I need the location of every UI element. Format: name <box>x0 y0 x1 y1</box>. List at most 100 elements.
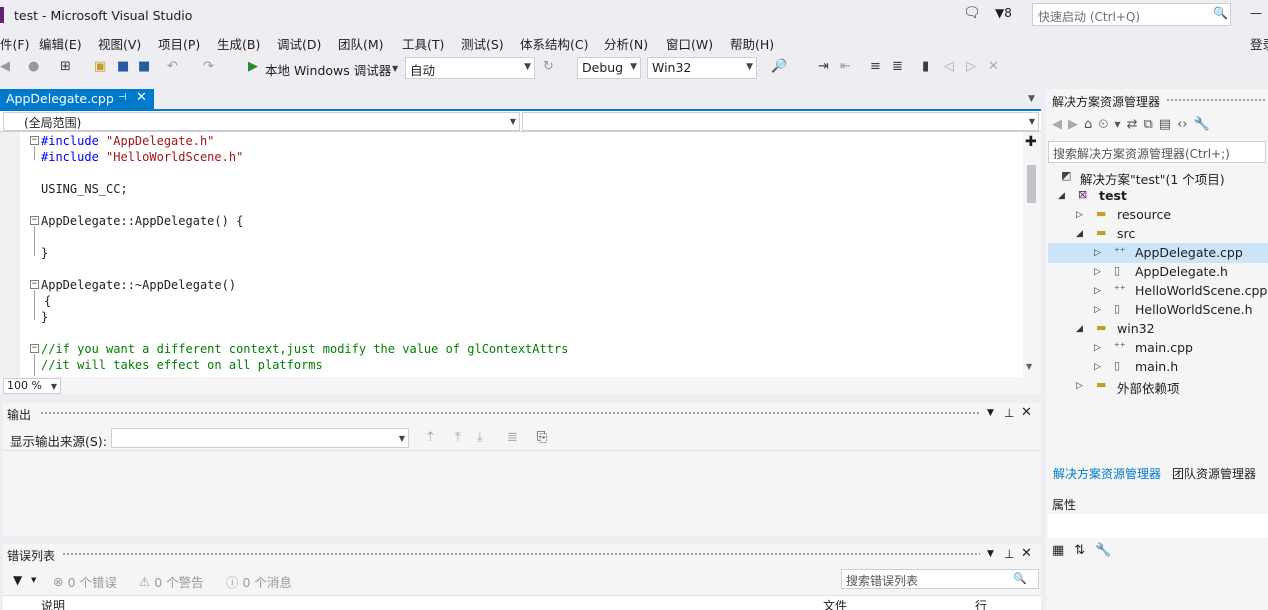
pin-icon[interactable]: ⊣ <box>118 92 127 103</box>
sign-in-link[interactable]: 登录 <box>1250 34 1268 53</box>
history-icon[interactable]: ⏲ <box>1098 117 1108 132</box>
column-line[interactable]: 行 <box>975 597 987 610</box>
categorized-icon[interactable]: ▦ <box>1052 543 1064 558</box>
forward-icon[interactable]: ● <box>28 59 39 74</box>
tab-solution-explorer[interactable]: 解决方案资源管理器 <box>1053 465 1161 482</box>
collapse-icon[interactable]: − <box>30 280 39 289</box>
indent-icon[interactable]: ⇤ <box>840 59 851 74</box>
tab-overflow-icon[interactable]: ▼ <box>1028 94 1035 104</box>
expanded-arrow-icon[interactable]: ◢ <box>1076 229 1083 239</box>
forward-icon[interactable]: ▶ <box>1068 117 1078 132</box>
new-project-icon[interactable]: ⊞ <box>60 59 71 74</box>
collapsed-arrow-icon[interactable]: ▷ <box>1094 305 1101 315</box>
menu-help[interactable]: 帮助(H) <box>730 34 774 53</box>
save-icon[interactable]: ■ <box>117 59 129 74</box>
drag-grip[interactable] <box>1166 98 1266 103</box>
platform-select[interactable]: Win32 ▼ <box>647 57 757 79</box>
menu-build[interactable]: 生成(B) <box>217 34 260 53</box>
collapsed-arrow-icon[interactable]: ▷ <box>1094 286 1101 296</box>
back-icon[interactable]: ◀ <box>1052 117 1062 132</box>
menu-tools[interactable]: 工具(T) <box>402 34 444 53</box>
feedback-button[interactable]: ▼ 8 <box>995 6 1012 20</box>
property-pages-icon[interactable]: 🔧 <box>1095 543 1111 558</box>
clear-bookmarks-icon[interactable]: ✕ <box>988 59 999 74</box>
minimize-button[interactable]: — <box>1250 6 1262 20</box>
save-all-icon[interactable]: ■ <box>138 59 150 74</box>
collapse-all-icon[interactable]: ⧉ <box>1143 117 1152 132</box>
comment-icon[interactable]: ≡ <box>870 59 881 74</box>
output-text-area[interactable] <box>3 450 1041 536</box>
drag-grip[interactable] <box>40 411 980 416</box>
collapsed-arrow-icon[interactable]: ▷ <box>1094 343 1101 353</box>
uncomment-icon[interactable]: ≣ <box>892 59 903 74</box>
home-icon[interactable]: ⌂ <box>1084 117 1092 132</box>
tab-team-explorer[interactable]: 团队资源管理器 <box>1172 465 1256 482</box>
clear-all-icon[interactable]: ≣ <box>507 430 518 445</box>
menu-view[interactable]: 视图(V) <box>98 34 141 53</box>
menu-architecture[interactable]: 体系结构(C) <box>520 34 588 53</box>
start-debug-button[interactable]: 本地 Windows 调试器 <box>265 60 391 79</box>
code-editor[interactable] <box>0 132 1041 377</box>
column-description[interactable]: 说明 <box>41 597 65 610</box>
zoom-select[interactable]: 100 % ▼ <box>3 378 61 394</box>
menu-edit[interactable]: 编辑(E) <box>39 34 82 53</box>
pin-icon[interactable]: ⊥ <box>1004 547 1014 561</box>
close-icon[interactable]: ✕ <box>1021 546 1032 561</box>
view-code-icon[interactable]: ‹› <box>1177 117 1187 132</box>
word-wrap-icon[interactable]: ⎘ <box>537 430 547 445</box>
chevron-down-icon[interactable]: ▼ <box>392 64 398 73</box>
sync-icon[interactable]: ⇄ <box>1127 117 1138 132</box>
alphabetical-icon[interactable]: ⇅ <box>1074 543 1085 558</box>
filter-icon[interactable]: ▼ <box>13 573 22 587</box>
chevron-down-icon[interactable]: ▼ <box>1114 120 1120 129</box>
close-icon[interactable]: ✕ <box>136 90 147 105</box>
chevron-down-icon[interactable]: ▼ <box>31 576 36 584</box>
menu-file[interactable]: 件(F) <box>0 34 29 53</box>
collapse-icon[interactable]: − <box>30 344 39 353</box>
goto-prev-message-icon[interactable]: ⇡ <box>425 430 436 445</box>
menu-window[interactable]: 窗口(W) <box>666 34 713 53</box>
split-icon[interactable]: ✚ <box>1025 134 1037 150</box>
redo-icon[interactable]: ↷ <box>203 59 214 74</box>
menu-team[interactable]: 团队(M) <box>338 34 384 53</box>
undo-icon[interactable]: ↶ <box>167 59 178 74</box>
quick-launch-input[interactable]: 快速启动 (Ctrl+Q) <box>1032 3 1231 26</box>
warnings-filter-button[interactable]: ⚠ 0 个警告 <box>139 572 204 591</box>
collapsed-arrow-icon[interactable]: ▷ <box>1076 381 1083 391</box>
menu-project[interactable]: 项目(P) <box>158 34 200 53</box>
format-icon[interactable]: ⇥ <box>818 59 829 74</box>
next-bookmark-icon[interactable]: ▷ <box>966 59 976 74</box>
bookmark-icon[interactable]: ▮ <box>922 59 929 74</box>
expanded-arrow-icon[interactable]: ◢ <box>1058 191 1065 201</box>
find-in-files-icon[interactable]: 🔎 <box>771 59 787 74</box>
collapsed-arrow-icon[interactable]: ▷ <box>1094 267 1101 277</box>
member-dropdown[interactable]: ▼ <box>522 112 1039 131</box>
scroll-thumb[interactable] <box>1027 165 1036 203</box>
configuration-select[interactable]: Debug ▼ <box>577 57 641 79</box>
goto-next-icon[interactable]: ⤓ <box>477 430 483 445</box>
refresh-icon[interactable]: ↻ <box>543 59 554 74</box>
solution-config-select[interactable]: 自动 ▼ <box>405 57 535 79</box>
output-source-select[interactable]: ▼ <box>111 428 409 448</box>
collapsed-arrow-icon[interactable]: ▷ <box>1094 362 1101 372</box>
properties-object-select[interactable] <box>1048 514 1268 538</box>
start-debug-icon[interactable]: ▶ <box>248 59 258 74</box>
show-all-files-icon[interactable]: ▤ <box>1159 117 1171 132</box>
scroll-down-icon[interactable]: ▼ <box>1026 362 1032 371</box>
tab-appdelegate-cpp[interactable]: AppDelegate.cpp <box>0 89 154 109</box>
prev-bookmark-icon[interactable]: ◁ <box>944 59 954 74</box>
menu-test[interactable]: 测试(S) <box>461 34 504 53</box>
close-icon[interactable]: ✕ <box>1021 405 1032 420</box>
collapsed-arrow-icon[interactable]: ▷ <box>1076 210 1083 220</box>
goto-first-icon[interactable]: ⤒ <box>455 430 461 445</box>
back-icon[interactable]: ◀ <box>0 59 10 74</box>
notification-icon[interactable]: 🗨 <box>963 5 981 21</box>
messages-filter-button[interactable]: ⓘ 0 个消息 <box>226 572 292 591</box>
collapse-icon[interactable]: − <box>30 136 39 145</box>
drag-grip[interactable] <box>62 552 980 557</box>
chevron-down-icon[interactable]: ▼ <box>987 549 994 559</box>
open-file-icon[interactable]: ▣ <box>94 59 106 74</box>
collapsed-arrow-icon[interactable]: ▷ <box>1094 248 1101 258</box>
solution-search-input[interactable]: 搜索解决方案资源管理器(Ctrl+;) <box>1048 141 1266 163</box>
menu-debug[interactable]: 调试(D) <box>277 34 321 53</box>
